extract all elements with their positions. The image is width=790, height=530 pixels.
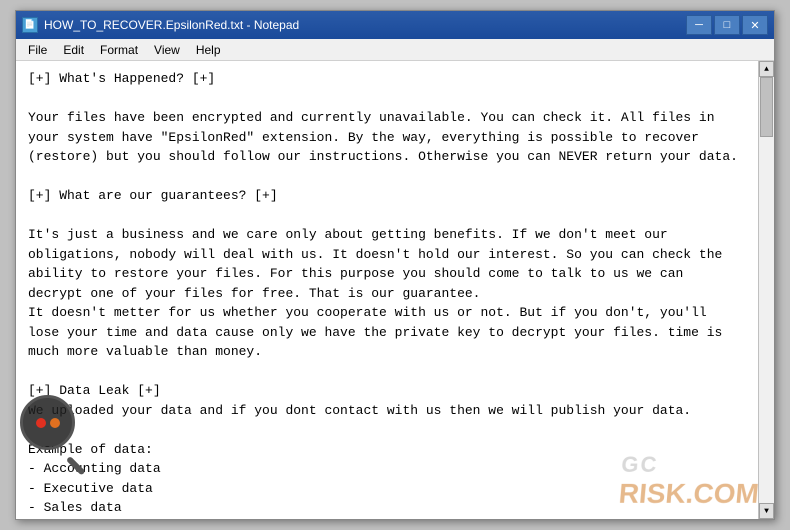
close-button[interactable]: ✕ (742, 15, 768, 35)
maximize-button[interactable]: □ (714, 15, 740, 35)
scrollbar-down-button[interactable]: ▼ (759, 503, 774, 519)
menu-format[interactable]: Format (92, 41, 146, 59)
scrollbar[interactable]: ▲ ▼ (758, 61, 774, 519)
notepad-icon: 📄 (22, 17, 38, 33)
scrollbar-track[interactable] (759, 77, 774, 503)
window-title: HOW_TO_RECOVER.EpsilonRed.txt - Notepad (44, 18, 299, 32)
scrollbar-thumb[interactable] (760, 77, 773, 137)
title-bar-left: 📄 HOW_TO_RECOVER.EpsilonRed.txt - Notepa… (22, 17, 299, 33)
scrollbar-up-button[interactable]: ▲ (759, 61, 774, 77)
notepad-window: 📄 HOW_TO_RECOVER.EpsilonRed.txt - Notepa… (15, 10, 775, 520)
text-content[interactable]: [+] What's Happened? [+] Your files have… (16, 61, 758, 519)
title-buttons: ─ □ ✕ (686, 15, 768, 35)
menu-file[interactable]: File (20, 41, 55, 59)
content-area: [+] What's Happened? [+] Your files have… (16, 61, 774, 519)
menu-view[interactable]: View (146, 41, 188, 59)
title-bar: 📄 HOW_TO_RECOVER.EpsilonRed.txt - Notepa… (16, 11, 774, 39)
menu-help[interactable]: Help (188, 41, 229, 59)
menu-edit[interactable]: Edit (55, 41, 92, 59)
menu-bar: File Edit Format View Help (16, 39, 774, 61)
minimize-button[interactable]: ─ (686, 15, 712, 35)
